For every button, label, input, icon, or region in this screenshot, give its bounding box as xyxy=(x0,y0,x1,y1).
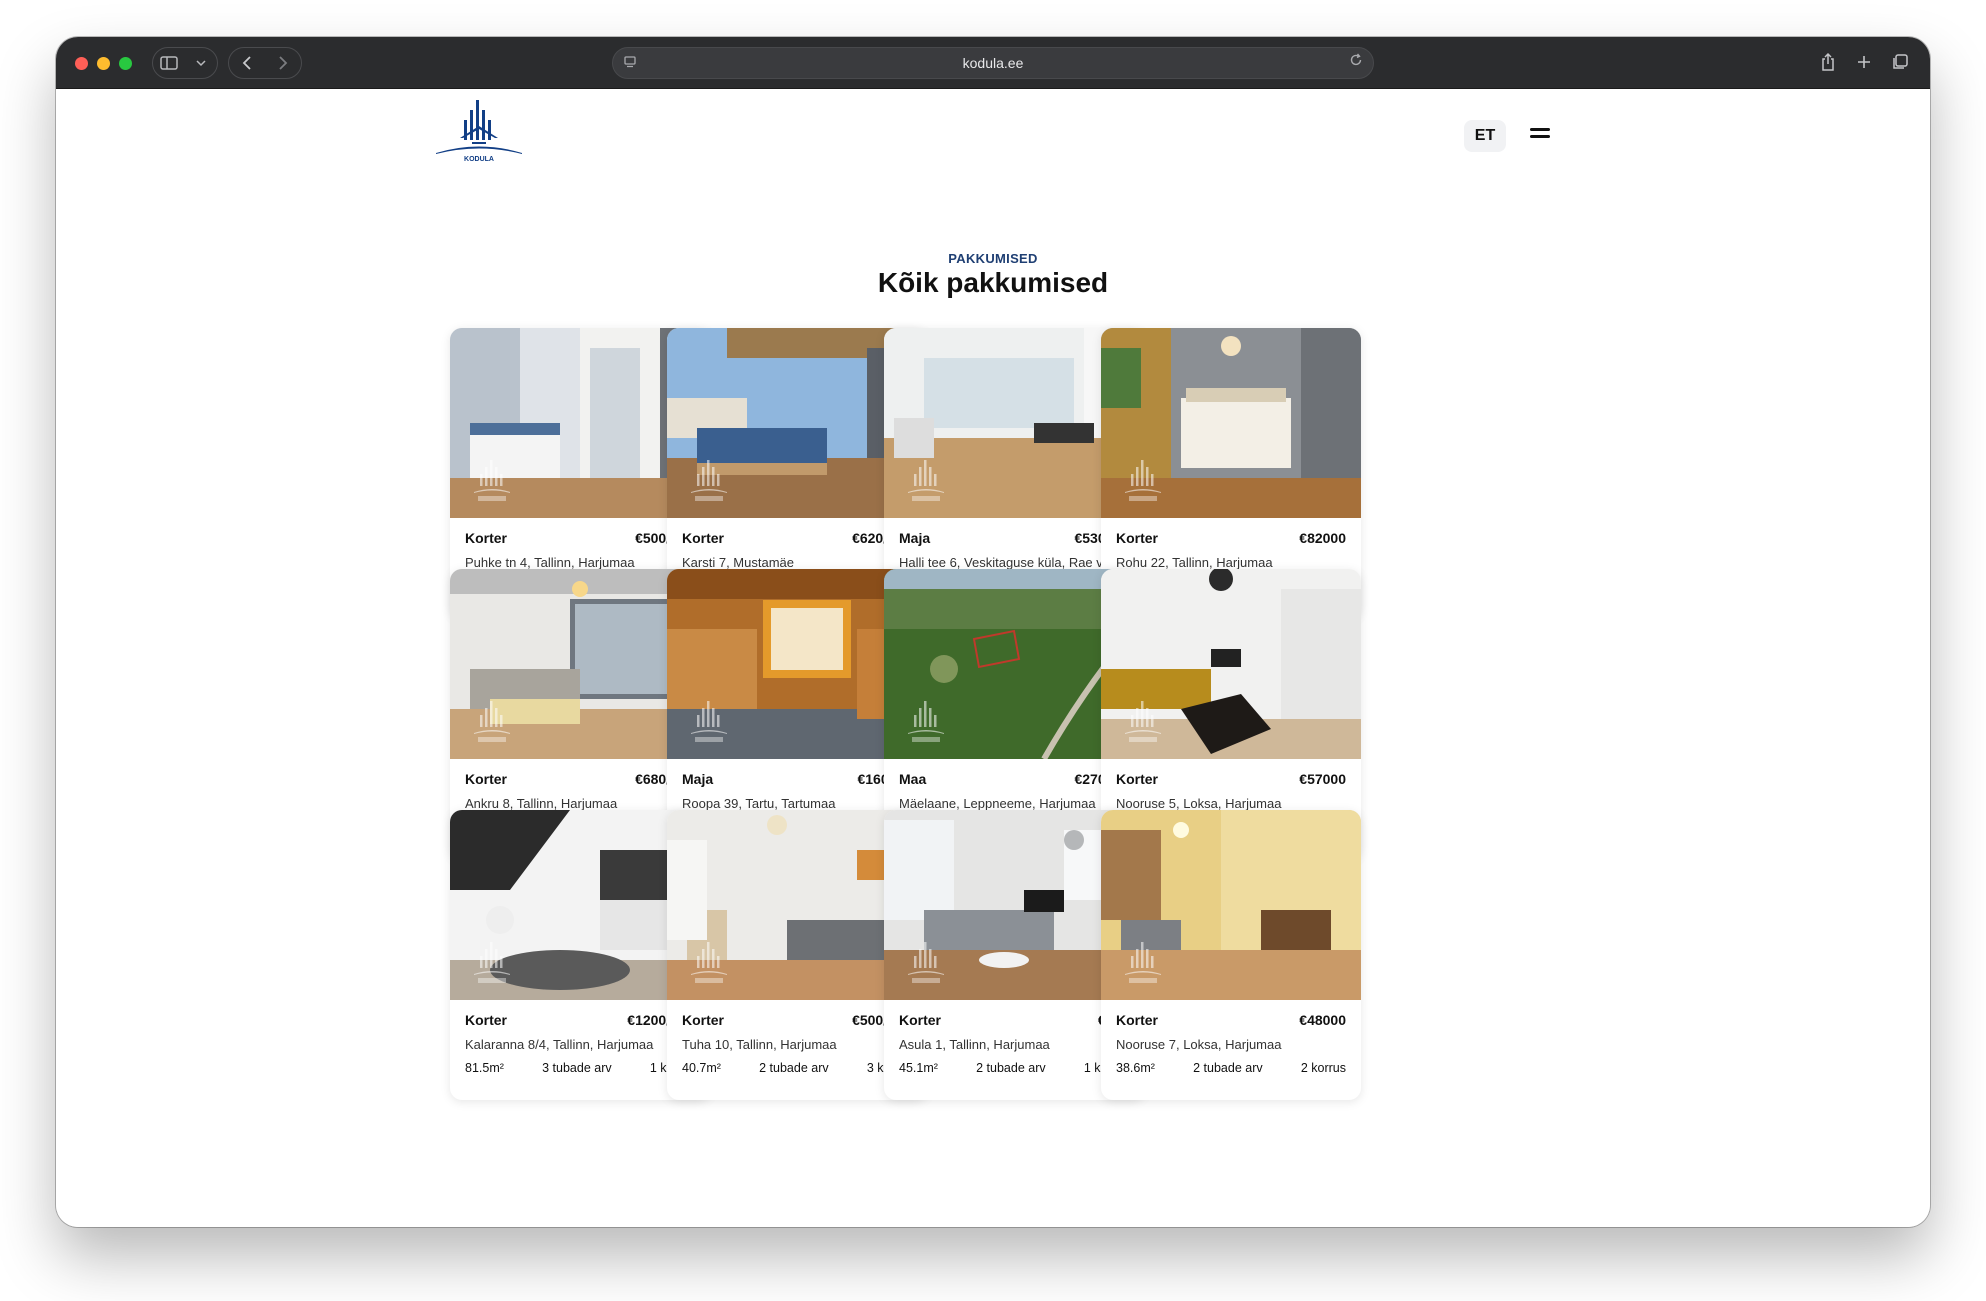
back-icon[interactable] xyxy=(233,49,261,77)
listing-address: Nooruse 7, Loksa, Harjumaa xyxy=(1116,1037,1282,1052)
web-page: KODULA ET PAKKUMISED Kõik pakkumised Kor… xyxy=(56,90,1930,1227)
kodula-watermark-icon xyxy=(474,701,510,742)
listing-address: Mäelaane, Leppneeme, Harjumaa xyxy=(899,796,1096,811)
listing-photo[interactable] xyxy=(1101,810,1361,1000)
listing-address: Kalaranna 8/4, Tallinn, Harjumaa xyxy=(465,1037,654,1052)
listing-card[interactable]: Korter €48000 Nooruse 7, Loksa, Harjumaa 38… xyxy=(1101,810,1361,1100)
listing-type: Korter xyxy=(682,530,725,546)
listing-meta-item: 2 tubade arv xyxy=(1193,1061,1263,1075)
kodula-watermark-icon xyxy=(1125,460,1161,501)
listing-photo[interactable] xyxy=(1101,569,1361,759)
listing-meta-item: 2 tubade arv xyxy=(759,1061,829,1075)
listing-type: Maja xyxy=(899,530,931,546)
reload-icon[interactable] xyxy=(1349,53,1363,71)
kodula-watermark-icon xyxy=(691,942,727,983)
tabs-icon[interactable] xyxy=(1888,49,1912,75)
listing-price: €82000 xyxy=(1299,530,1346,546)
address-bar[interactable]: kodula.ee xyxy=(612,47,1374,79)
listing-type: Korter xyxy=(899,1012,942,1028)
kodula-watermark-icon xyxy=(908,701,944,742)
forward-icon[interactable] xyxy=(269,49,297,77)
sidebar-toggle-group xyxy=(152,47,218,79)
page-icon[interactable] xyxy=(623,55,637,72)
chevron-down-icon[interactable] xyxy=(187,49,215,77)
listing-price: €48000 xyxy=(1299,1012,1346,1028)
listing-meta: 40.7m²2 tubade arv3 korrus xyxy=(682,1061,912,1075)
listing-address: Rohu 22, Tallinn, Harjumaa xyxy=(1116,555,1273,570)
listing-address: Halli tee 6, Veskitaguse küla, Rae v... xyxy=(899,555,1113,570)
listing-type: Maa xyxy=(899,771,927,787)
browser-toolbar: kodula.ee xyxy=(56,37,1930,89)
listing-meta: 45.1m²2 tubade arv1 korrus xyxy=(899,1061,1129,1075)
zoom-window-button[interactable] xyxy=(119,57,132,70)
listing-meta-item: 45.1m² xyxy=(899,1061,938,1075)
listing-meta: 38.6m² 2 tubade arv 2 korrus xyxy=(1116,1061,1346,1075)
new-tab-icon[interactable] xyxy=(1852,49,1876,75)
listing-photo[interactable] xyxy=(1101,328,1361,518)
listing-address: Karsti 7, Mustamäe xyxy=(682,555,794,570)
listing-meta-item: 3 tubade arv xyxy=(542,1061,612,1075)
listing-address: Tuha 10, Tallinn, Harjumaa xyxy=(682,1037,837,1052)
listing-meta-item: 2 tubade arv xyxy=(976,1061,1046,1075)
listing-type: Korter xyxy=(465,771,508,787)
kodula-watermark-icon xyxy=(908,460,944,501)
listing-type: Korter xyxy=(465,1012,508,1028)
listing-address: Puhke tn 4, Tallinn, Harjumaa xyxy=(465,555,635,570)
listing-address: Nooruse 5, Loksa, Harjumaa xyxy=(1116,796,1282,811)
browser-window: kodula.ee KODULA ET PAKKUMISED Kõik pakk… xyxy=(56,37,1930,1227)
listing-address: Roopa 39, Tartu, Tartumaa xyxy=(682,796,836,811)
listing-address: Asula 1, Tallinn, Harjumaa xyxy=(899,1037,1050,1052)
listing-meta-item: 38.6m² xyxy=(1116,1061,1155,1075)
kodula-watermark-icon xyxy=(691,701,727,742)
url-text: kodula.ee xyxy=(962,55,1024,71)
kodula-watermark-icon xyxy=(1125,942,1161,983)
listing-type: Korter xyxy=(1116,530,1159,546)
page-title: Kõik pakkumised xyxy=(877,267,1109,298)
listing-meta-item: 2 korrus xyxy=(1300,1061,1346,1075)
logo-wordmark: KODULA xyxy=(464,156,494,163)
language-selector[interactable]: ET xyxy=(1464,120,1506,152)
listing-meta: 81.5m²3 tubade arv1 korrus xyxy=(465,1061,695,1075)
listing-meta-item: 40.7m² xyxy=(682,1061,721,1075)
listing-type: Maja xyxy=(682,771,714,787)
listing-address: Ankru 8, Tallinn, Harjumaa xyxy=(465,796,618,811)
sidebar-icon[interactable] xyxy=(155,49,183,77)
listing-info: Korter €48000 Nooruse 7, Loksa, Harjumaa 38… xyxy=(1101,1000,1361,1100)
listing-meta-item: 81.5m² xyxy=(465,1061,504,1075)
kodula-watermark-icon xyxy=(908,942,944,983)
hamburger-menu-icon[interactable] xyxy=(1528,124,1552,148)
kodula-watermark-icon xyxy=(474,942,510,983)
minimize-window-button[interactable] xyxy=(97,57,110,70)
close-window-button[interactable] xyxy=(75,57,88,70)
listing-price: €57000 xyxy=(1299,771,1346,787)
listing-type: Korter xyxy=(1116,1012,1159,1028)
kodula-watermark-icon xyxy=(691,460,727,501)
listing-type: Korter xyxy=(682,1012,725,1028)
kodula-logo[interactable]: KODULA xyxy=(434,98,524,168)
listing-type: Korter xyxy=(1116,771,1159,787)
kodula-watermark-icon xyxy=(1125,701,1161,742)
history-nav-group xyxy=(228,47,302,79)
listing-type: Korter xyxy=(465,530,508,546)
section-eyebrow: PAKKUMISED xyxy=(948,251,1038,266)
kodula-watermark-icon xyxy=(474,460,510,501)
share-icon[interactable] xyxy=(1816,49,1840,75)
